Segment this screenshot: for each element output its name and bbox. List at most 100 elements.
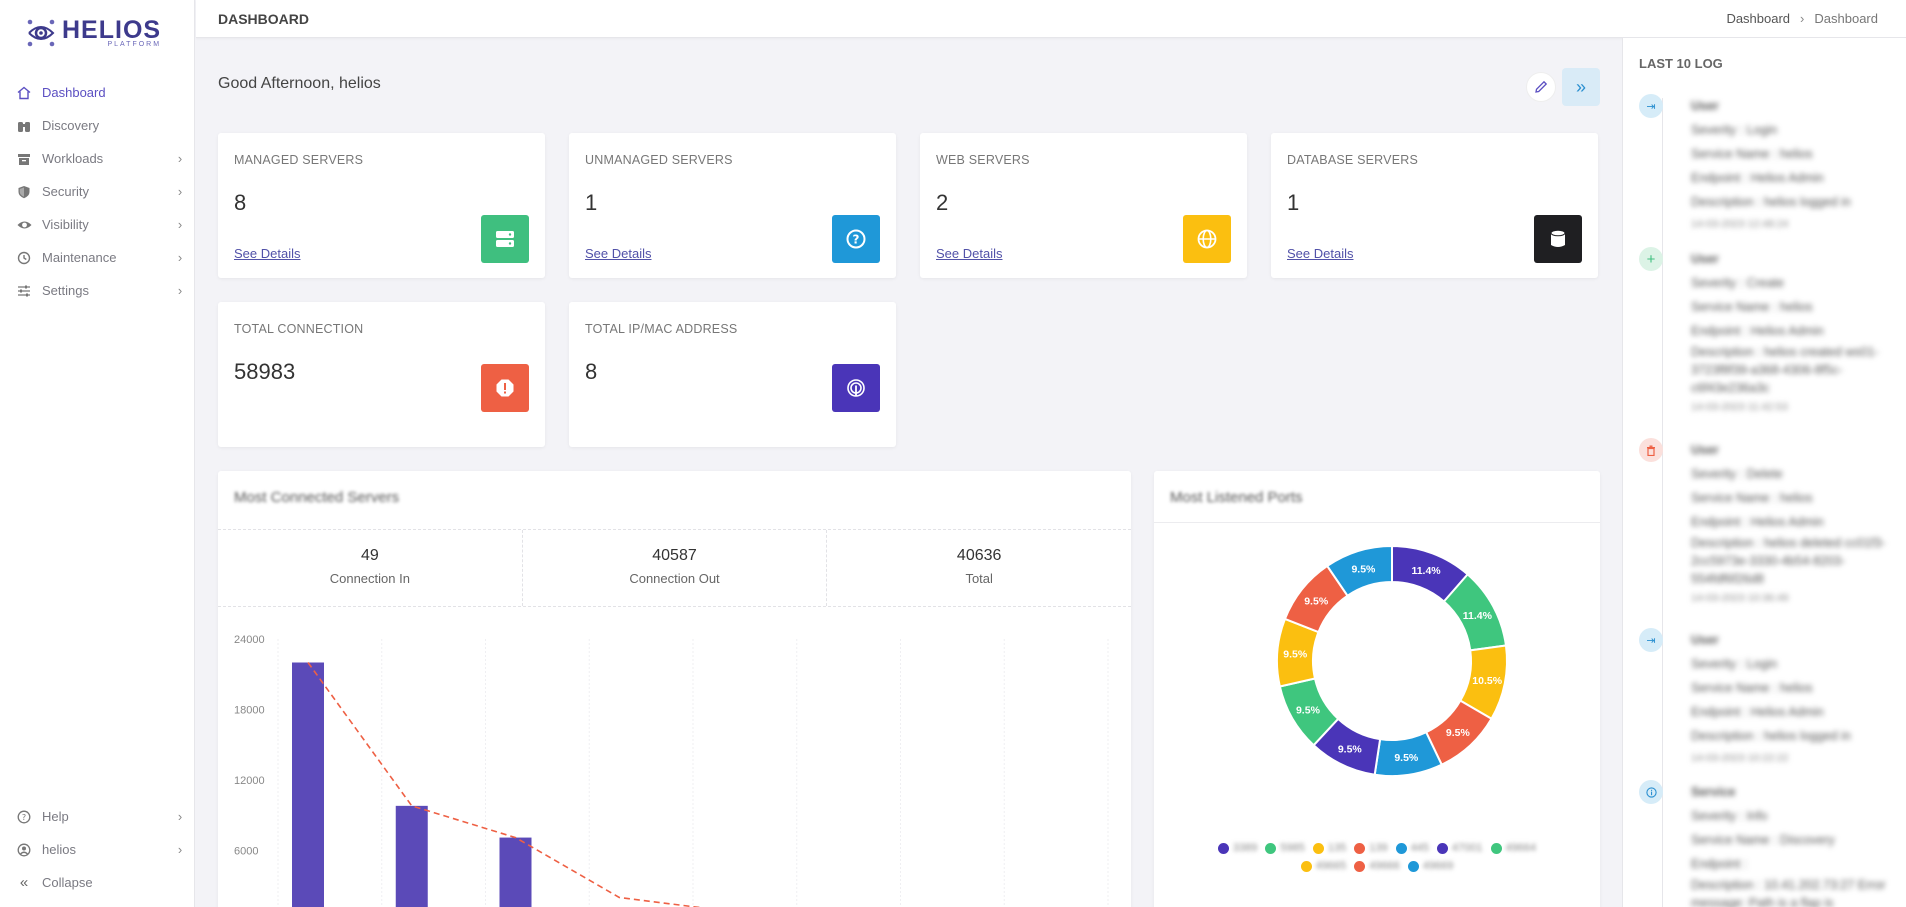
slice-label: 9.5%: [1283, 649, 1308, 661]
edit-button[interactable]: [1526, 72, 1556, 102]
log-time: 14-03-2023 10:22:22: [1691, 752, 1789, 764]
sidebar-item-label: Discovery: [42, 118, 100, 133]
card-total-ip-mac: TOTAL IP/MAC ADDRESS 8: [569, 302, 896, 447]
helios-logo[interactable]: HELIOS PLATFORM: [26, 18, 161, 48]
shield-icon: [16, 184, 32, 200]
see-details-link[interactable]: See Details: [585, 246, 651, 261]
card-value: 8: [585, 359, 598, 384]
stat-value: 49: [360, 547, 379, 564]
card-title: TOTAL CONNECTION: [234, 322, 364, 336]
log-line: Service: [1691, 785, 1736, 799]
slice-label: 9.5%: [1296, 704, 1321, 716]
sidebar-item-label: helios: [42, 842, 76, 857]
collapse-button[interactable]: « Collapse: [0, 866, 195, 899]
history-icon: [16, 250, 32, 266]
sidebar-item-discovery[interactable]: Discovery: [0, 109, 195, 142]
legend-swatch: [1436, 842, 1448, 854]
card-title: UNMANAGED SERVERS: [585, 153, 733, 167]
expand-log-button[interactable]: »: [1562, 68, 1600, 106]
legend-swatch: [1490, 842, 1502, 854]
card-managed-servers: MANAGED SERVERS 8 See Details: [218, 133, 545, 278]
legend-item[interactable]: 47001: [1436, 842, 1483, 854]
card-value: 8: [234, 190, 247, 215]
legend-item[interactable]: 139: [1354, 842, 1388, 854]
legend-item[interactable]: 49669: [1407, 860, 1454, 872]
legend-label: 49669: [1422, 860, 1454, 872]
log-line: Service Name : helios: [1691, 491, 1813, 505]
see-details-link[interactable]: See Details: [936, 246, 1002, 261]
panel-title: Most Connected Servers: [234, 489, 400, 506]
log-line: Severity : Create: [1691, 276, 1785, 290]
archive-icon: [16, 151, 32, 167]
svg-text:?: ?: [22, 813, 26, 822]
stat-label: Connection In: [329, 571, 410, 586]
slice-label: 9.5%: [1304, 595, 1329, 607]
stat-connection-in: 49 Connection In: [218, 530, 523, 606]
sidebar-item-workloads[interactable]: Workloads ›: [0, 142, 195, 175]
timeline-line: [1662, 98, 1663, 907]
log-line: Severity : Info: [1691, 809, 1768, 823]
legend-item[interactable]: 49665: [1300, 860, 1346, 872]
sidebar-item-settings[interactable]: Settings ›: [0, 274, 195, 307]
user-circle-icon: [16, 842, 32, 858]
log-line: Severity : Login: [1691, 123, 1778, 137]
legend-item[interactable]: 445: [1395, 842, 1429, 854]
stat-value: 40636: [956, 547, 1002, 564]
database-icon: [1534, 215, 1582, 263]
legend-item[interactable]: 49666: [1354, 860, 1400, 872]
log-line: Description : 10.41.202.73:27 Error mess…: [1691, 878, 1886, 907]
log-line: User: [1691, 252, 1719, 266]
pencil-icon: [1535, 80, 1548, 93]
legend-item[interactable]: 5985: [1265, 842, 1305, 854]
svg-text:?: ?: [853, 233, 860, 247]
log-line: Description : helios logged in: [1691, 729, 1851, 743]
slice-label: 9.5%: [1338, 743, 1363, 755]
sidebar-item-help[interactable]: ? Help ›: [0, 800, 195, 833]
bar-s2[interactable]: [395, 805, 428, 907]
legend-swatch: [1354, 860, 1366, 872]
see-details-link[interactable]: See Details: [1287, 246, 1353, 261]
see-details-link[interactable]: See Details: [234, 246, 300, 261]
breadcrumb-item[interactable]: Dashboard: [1726, 11, 1790, 26]
sidebar-item-visibility[interactable]: Visibility ›: [0, 208, 195, 241]
info-icon: [1639, 780, 1663, 804]
sidebar-item-security[interactable]: Security ›: [0, 175, 195, 208]
stat-connection-out: 40587 Connection Out: [523, 530, 828, 606]
legend-item[interactable]: 3389: [1217, 842, 1257, 854]
slice-label: 10.5%: [1472, 675, 1502, 687]
sidebar-item-user[interactable]: helios ›: [0, 833, 195, 866]
log-time: 14-03-2023 11:42:53: [1691, 401, 1788, 413]
top-header: DASHBOARD Dashboard › Dashboard: [196, 0, 1906, 38]
y-tick-label: 12000: [234, 775, 265, 787]
card-value: 1: [585, 190, 598, 215]
y-tick-label: 24000: [234, 634, 265, 646]
sidebar-nav: Dashboard Discovery Workloads › Security…: [0, 76, 195, 307]
log-line: User: [1691, 99, 1719, 113]
legend-item[interactable]: 135: [1312, 842, 1346, 854]
sidebar-item-dashboard[interactable]: Dashboard: [0, 76, 195, 109]
log-line: Service Name : helios: [1691, 300, 1813, 314]
sidebar-item-label: Help: [42, 809, 69, 824]
alert-octagon-icon: [481, 364, 529, 412]
legend-label: 139: [1369, 842, 1388, 854]
log-line: User: [1691, 443, 1719, 457]
bar-s3[interactable]: [499, 837, 532, 907]
legend-swatch: [1265, 842, 1277, 854]
ports-legend: 3389 5985 135 139 445 47001 49664 49665 49666 496…: [1154, 842, 1600, 878]
log-line: Description : helios deleted cc01f3-2cc5…: [1691, 536, 1886, 586]
legend-row: 49665 49666 49669: [1154, 860, 1600, 872]
legend-swatch: [1354, 842, 1366, 854]
legend-item[interactable]: 49664: [1490, 842, 1536, 854]
log-line: Severity : Login: [1691, 657, 1778, 671]
log-line: Endpoint : Helios Admin: [1691, 324, 1824, 338]
slice-label: 9.5%: [1351, 563, 1376, 575]
log-line: Service Name : helios: [1691, 147, 1813, 161]
legend-swatch: [1217, 842, 1229, 854]
slice-label: 9.5%: [1446, 727, 1471, 739]
log-line: Endpoint : Helios Admin: [1691, 171, 1824, 185]
bar-s1[interactable]: [292, 662, 324, 907]
log-time: 14-03-2023 12:48:24: [1691, 218, 1789, 230]
sidebar-item-maintenance[interactable]: Maintenance ›: [0, 241, 195, 274]
slice-label: 9.5%: [1394, 752, 1419, 764]
log-time: 14-03-2023 10:36:49: [1691, 592, 1789, 604]
